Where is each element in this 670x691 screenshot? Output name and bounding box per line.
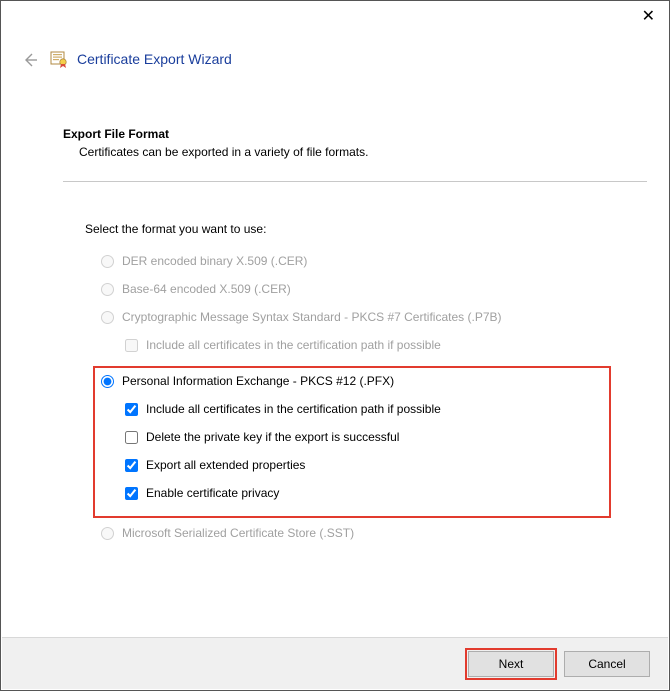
check-pfx-include-path-label: Include all certificates in the certific… (146, 402, 441, 416)
close-icon[interactable]: ✕ (642, 9, 655, 25)
wizard-window: ✕ Certificate Export Wizard Export File … (0, 0, 670, 691)
wizard-header: Certificate Export Wizard (1, 1, 669, 69)
divider (63, 181, 647, 182)
radio-pfx[interactable]: Personal Information Exchange - PKCS #12… (101, 374, 601, 388)
radio-sst: Microsoft Serialized Certificate Store (… (101, 526, 647, 540)
check-pfx-include-path-input[interactable] (125, 403, 138, 416)
check-pkcs7-include-input (125, 339, 138, 352)
radio-pkcs7-input (101, 311, 114, 324)
check-pfx-delete-key[interactable]: Delete the private key if the export is … (125, 430, 601, 444)
section-title: Export File Format (63, 127, 647, 141)
radio-base64-label: Base-64 encoded X.509 (.CER) (122, 282, 291, 296)
certificate-icon (49, 49, 69, 69)
check-pfx-include-path[interactable]: Include all certificates in the certific… (125, 402, 601, 416)
back-arrow-icon[interactable] (21, 51, 39, 69)
wizard-content: Export File Format Certificates can be e… (1, 69, 669, 540)
check-pfx-export-ext[interactable]: Export all extended properties (125, 458, 601, 472)
radio-sst-input (101, 527, 114, 540)
check-pkcs7-include-label: Include all certificates in the certific… (146, 338, 441, 352)
radio-pfx-label: Personal Information Exchange - PKCS #12… (122, 374, 394, 388)
check-pfx-delete-key-input[interactable] (125, 431, 138, 444)
radio-base64: Base-64 encoded X.509 (.CER) (101, 282, 647, 296)
radio-der-input (101, 255, 114, 268)
wizard-footer: Next Cancel (2, 637, 668, 689)
format-options: DER encoded binary X.509 (.CER) Base-64 … (101, 254, 647, 540)
radio-pfx-input[interactable] (101, 375, 114, 388)
check-pfx-privacy-input[interactable] (125, 487, 138, 500)
section-description: Certificates can be exported in a variet… (79, 145, 647, 159)
pfx-highlight: Personal Information Exchange - PKCS #12… (93, 366, 611, 518)
next-button[interactable]: Next (468, 651, 554, 677)
radio-pkcs7-label: Cryptographic Message Syntax Standard - … (122, 310, 502, 324)
format-prompt: Select the format you want to use: (85, 222, 647, 236)
radio-sst-label: Microsoft Serialized Certificate Store (… (122, 526, 354, 540)
radio-der-label: DER encoded binary X.509 (.CER) (122, 254, 307, 268)
radio-der: DER encoded binary X.509 (.CER) (101, 254, 647, 268)
check-pfx-export-ext-input[interactable] (125, 459, 138, 472)
check-pfx-export-ext-label: Export all extended properties (146, 458, 305, 472)
radio-base64-input (101, 283, 114, 296)
check-pfx-privacy-label: Enable certificate privacy (146, 486, 279, 500)
wizard-title: Certificate Export Wizard (77, 51, 232, 67)
radio-pkcs7: Cryptographic Message Syntax Standard - … (101, 310, 647, 324)
check-pfx-privacy[interactable]: Enable certificate privacy (125, 486, 601, 500)
check-pkcs7-include: Include all certificates in the certific… (125, 338, 647, 352)
check-pfx-delete-key-label: Delete the private key if the export is … (146, 430, 399, 444)
cancel-button[interactable]: Cancel (564, 651, 650, 677)
